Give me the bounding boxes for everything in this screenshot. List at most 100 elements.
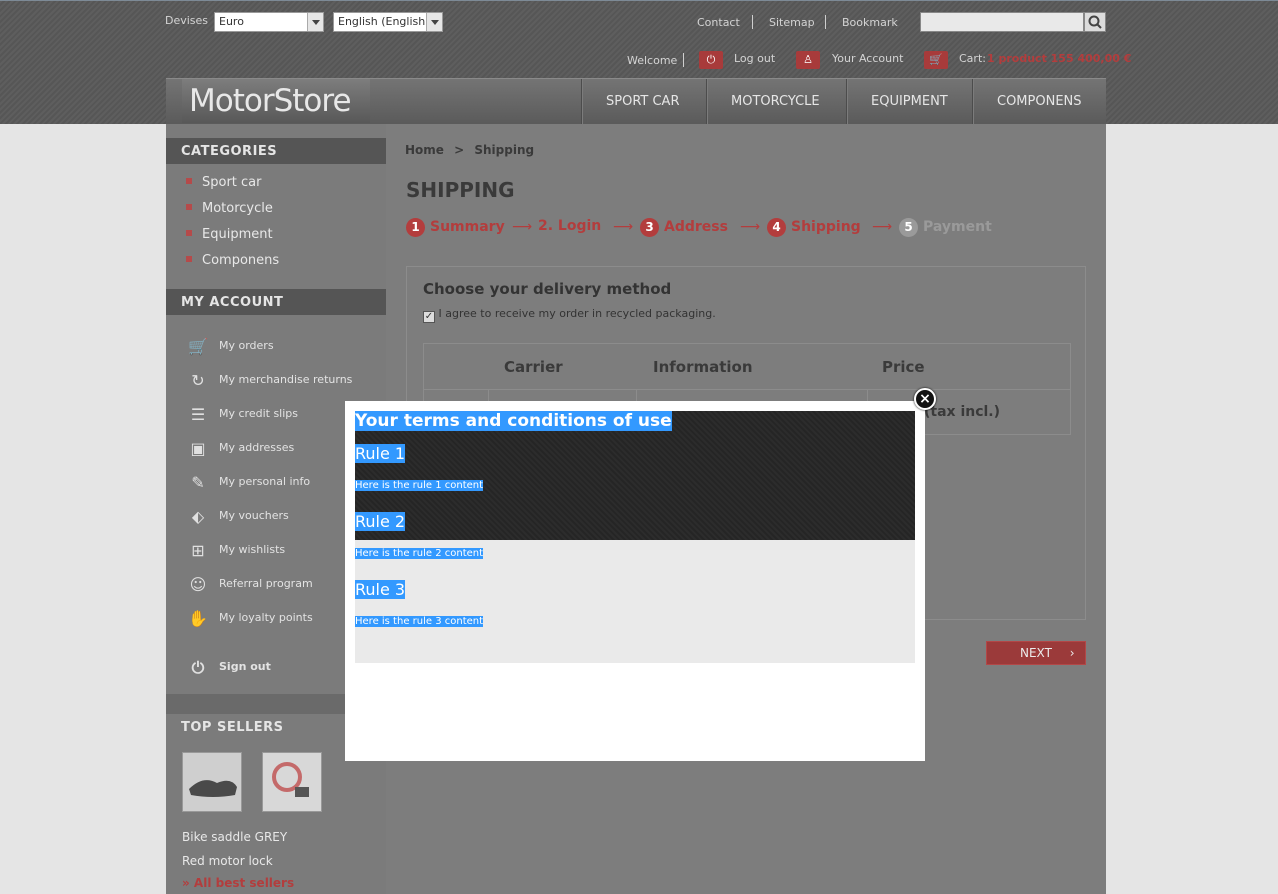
arrow-right-icon: ⟶ (512, 219, 533, 235)
currency-select[interactable]: Euro (214, 12, 324, 32)
step-address[interactable]: 3 Address (640, 218, 728, 237)
step-label: Address (664, 219, 728, 235)
account-item-label: My wishlists (219, 543, 286, 556)
document-icon: ☰ (190, 405, 206, 424)
recycle-checkbox[interactable]: ✓ (423, 311, 435, 323)
rule-3-content: Here is the rule 3 content (355, 616, 484, 627)
address-card-icon: ▣ (190, 439, 206, 458)
account-link[interactable]: Your Account (832, 52, 903, 65)
lock-image (263, 753, 321, 811)
next-label: NEXT (1020, 646, 1052, 660)
chevron-down-icon (307, 13, 323, 31)
bullet-icon (186, 256, 192, 262)
breadcrumb-current: Shipping (474, 143, 535, 157)
price-note: (tax incl.) (924, 404, 1001, 420)
account-item-label: My credit slips (219, 407, 298, 420)
nav-componens[interactable]: COMPONENS (972, 79, 1106, 125)
delivery-title: Choose your delivery method (423, 280, 672, 298)
product-thumb-saddle[interactable] (182, 752, 242, 812)
account-item-label: My personal info (219, 475, 311, 488)
all-best-sellers-link[interactable]: » All best sellers (182, 876, 294, 890)
nav-motorcycle[interactable]: MOTORCYCLE (706, 79, 846, 125)
cart-icon: 🛒 (188, 337, 208, 356)
rule-2-title: Rule 2 (355, 512, 406, 531)
step-number: 5 (899, 218, 918, 237)
category-equipment[interactable]: Equipment (186, 227, 273, 242)
chevron-down-icon (426, 13, 442, 31)
search-icon (1088, 15, 1102, 29)
cart-icon: 🛒 (924, 51, 948, 69)
site-header: Devises Euro English (English) Contact S… (0, 0, 1278, 125)
edit-icon: ✎ (191, 473, 205, 492)
nav-equipment[interactable]: EQUIPMENT (846, 79, 972, 125)
contact-link[interactable]: Contact (697, 16, 740, 29)
search-button[interactable] (1084, 12, 1106, 32)
bullet-icon (186, 178, 192, 184)
power-icon: ⏻ (699, 51, 723, 69)
breadcrumb-separator: > (454, 143, 465, 157)
product-thumb-lock[interactable] (262, 752, 322, 812)
step-number: 3 (640, 218, 659, 237)
search-input[interactable] (920, 12, 1084, 32)
step-label: Shipping (791, 219, 861, 235)
breadcrumb-home[interactable]: Home (405, 143, 444, 157)
step-label: Summary (430, 219, 505, 235)
step-payment: 5 Payment (899, 218, 992, 237)
currency-label: Devises (165, 14, 209, 27)
category-motorcycle[interactable]: Motorcycle (186, 201, 273, 216)
step-login[interactable]: 2. Login (538, 218, 601, 234)
close-button[interactable]: × (914, 388, 936, 410)
account-item-label: My loyalty points (219, 611, 313, 624)
terms-title: Your terms and conditions of use (355, 411, 672, 431)
bullet-icon (186, 230, 192, 236)
step-label: 2. Login (538, 218, 602, 234)
next-button[interactable]: NEXT › (986, 641, 1086, 665)
saddle-image (183, 753, 241, 811)
language-select[interactable]: English (English) (333, 12, 443, 32)
step-number: 1 (406, 218, 425, 237)
recycle-label: I agree to receive my order in recycled … (438, 307, 716, 320)
nav-sport-car[interactable]: SPORT CAR (581, 79, 706, 125)
top-seller-1[interactable]: Bike saddle GREY (182, 830, 287, 844)
step-number: 4 (767, 218, 786, 237)
column-header-price: Price (882, 358, 925, 376)
arrow-right-icon: ⟶ (872, 219, 893, 235)
divider (752, 15, 753, 29)
account-item-label: My merchandise returns (219, 373, 353, 386)
divider (683, 53, 684, 67)
cart-label[interactable]: Cart: (959, 52, 986, 65)
currency-value: Euro (219, 15, 244, 28)
bullet-icon (186, 204, 192, 210)
step-shipping: 4 Shipping (767, 218, 861, 237)
language-value: English (English) (338, 15, 430, 28)
category-sport-car[interactable]: Sport car (186, 175, 262, 190)
rule-2-content: Here is the rule 2 content (355, 548, 484, 559)
category-componens[interactable]: Componens (186, 253, 279, 268)
column-header-information: Information (653, 358, 753, 376)
nav-bar: MotorStore SPORT CAR MOTORCYCLE EQUIPMEN… (166, 78, 1106, 125)
bookmark-link[interactable]: Bookmark (842, 16, 898, 29)
power-icon: ⏻ (191, 658, 205, 677)
category-label: Motorcycle (202, 201, 273, 216)
chevron-right-icon: › (1069, 646, 1075, 660)
step-summary[interactable]: 1 Summary (406, 218, 505, 237)
logo[interactable]: MotorStore (182, 79, 370, 123)
close-icon: × (919, 391, 931, 407)
account-item-label: My orders (219, 339, 274, 352)
category-label: Sport car (202, 175, 262, 190)
top-seller-2[interactable]: Red motor lock (182, 854, 273, 868)
column-header-carrier: Carrier (504, 358, 563, 376)
arrow-right-icon: ⟶ (740, 219, 761, 235)
rule-3-title: Rule 3 (355, 580, 406, 599)
gift-icon: ⊞ (191, 541, 205, 560)
category-label: Equipment (202, 227, 273, 242)
terms-modal: Your terms and conditions of use Rule 1 … (345, 401, 925, 761)
sitemap-link[interactable]: Sitemap (769, 16, 815, 29)
tag-icon: ⬖ (191, 507, 205, 526)
terms-content: Your terms and conditions of use Rule 1 … (355, 411, 915, 663)
recycle-option[interactable]: ✓ I agree to receive my order in recycle… (423, 307, 716, 323)
logout-link[interactable]: Log out (734, 52, 775, 65)
rule-1-content: Here is the rule 1 content (355, 480, 484, 491)
sign-out-label: Sign out (219, 660, 271, 673)
cart-value[interactable]: 1 product 155 400,00 € (987, 52, 1131, 65)
